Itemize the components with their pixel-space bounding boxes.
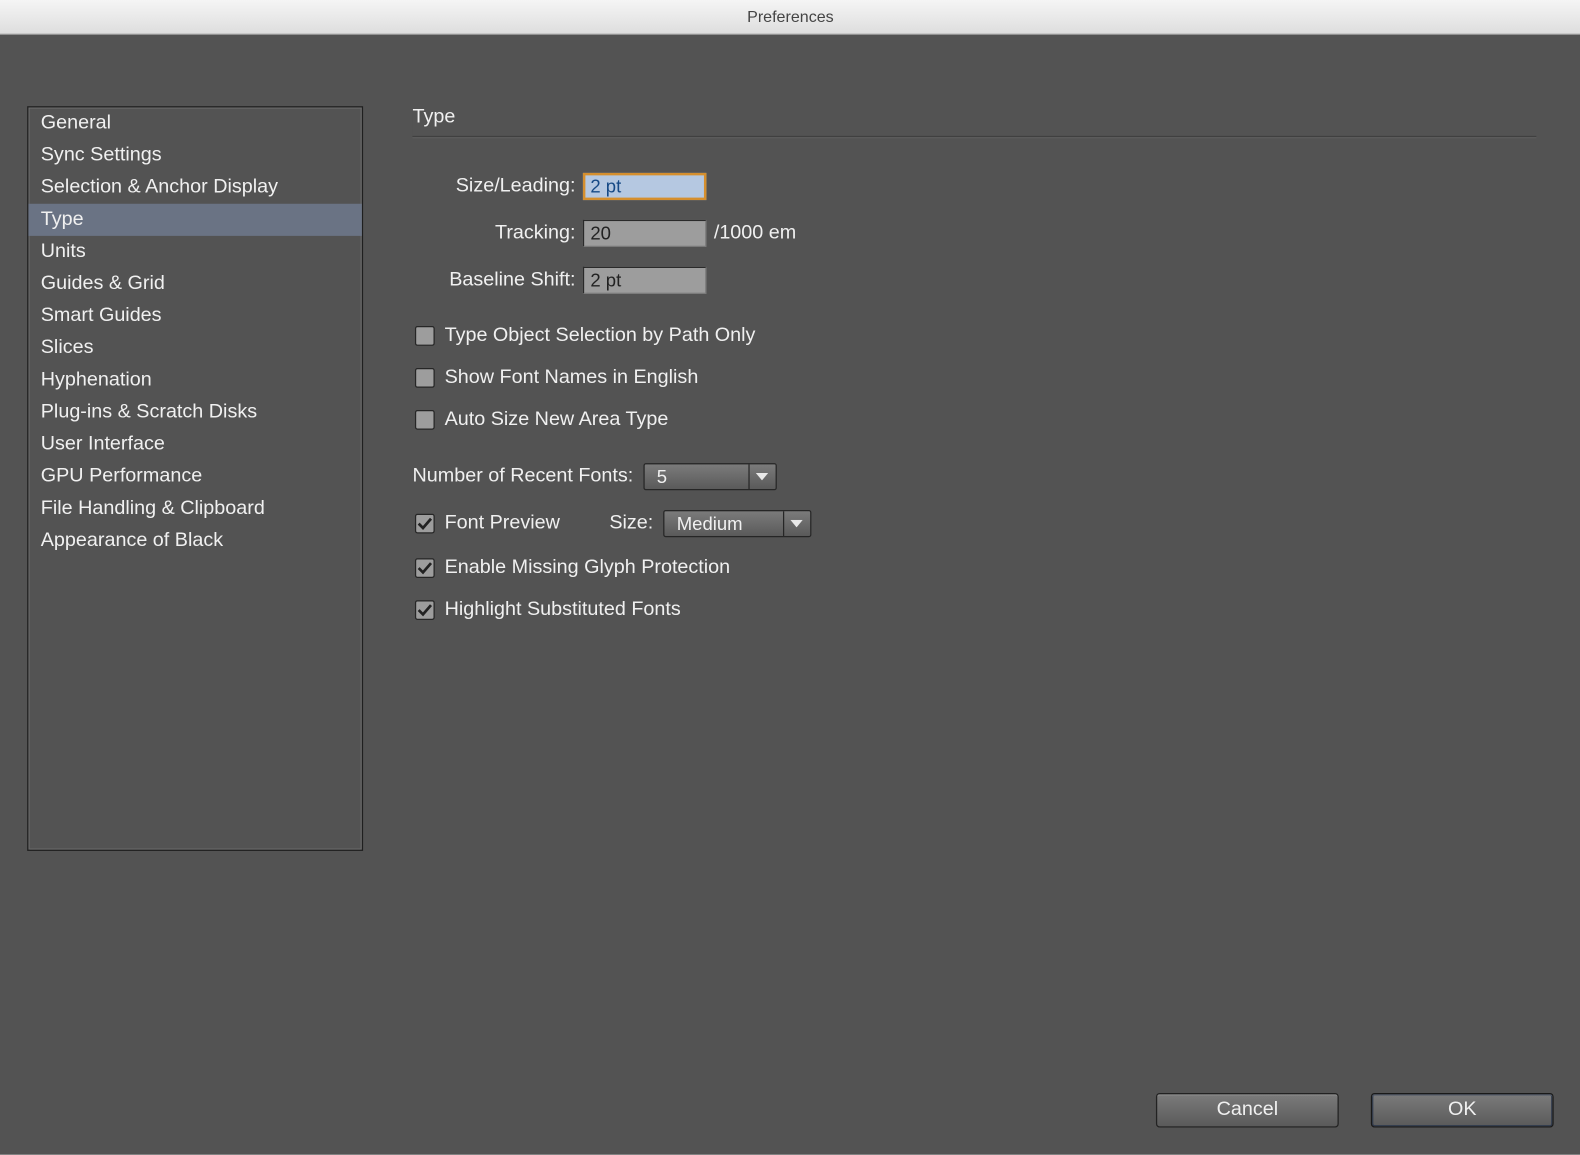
chevron-down-icon (783, 511, 810, 536)
path-only-label: Type Object Selection by Path Only (445, 325, 756, 347)
highlight-subst-label: Highlight Substituted Fonts (445, 599, 681, 621)
sidebar-item-sync-settings[interactable]: Sync Settings (28, 140, 361, 172)
recent-fonts-value: 5 (644, 464, 748, 489)
english-names-checkbox[interactable] (415, 368, 435, 388)
size-leading-label: Size/Leading: (412, 175, 582, 197)
font-preview-size-value: Medium (664, 511, 783, 536)
sidebar-item-type[interactable]: Type (28, 204, 361, 236)
font-preview-size-dropdown[interactable]: Medium (663, 510, 811, 537)
font-preview-label: Font Preview (445, 513, 560, 535)
sidebar-item-user-interface[interactable]: User Interface (28, 429, 361, 461)
sidebar-item-smart-guides[interactable]: Smart Guides (28, 300, 361, 332)
baseline-shift-label: Baseline Shift: (412, 269, 582, 291)
tracking-input[interactable] (583, 220, 707, 247)
font-preview-size-label: Size: (609, 513, 653, 535)
path-only-checkbox[interactable] (415, 326, 435, 346)
sidebar-item-appearance-of-black[interactable]: Appearance of Black (28, 525, 361, 557)
ok-button[interactable]: OK (1371, 1093, 1554, 1128)
window-title: Preferences (747, 7, 834, 26)
sidebar-item-plug-ins-scratch-disks[interactable]: Plug-ins & Scratch Disks (28, 396, 361, 428)
tracking-suffix: /1000 em (714, 222, 796, 244)
chevron-down-icon (748, 464, 775, 489)
category-sidebar: GeneralSync SettingsSelection & Anchor D… (27, 106, 363, 851)
sidebar-item-file-handling-clipboard[interactable]: File Handling & Clipboard (28, 493, 361, 525)
sidebar-item-hyphenation[interactable]: Hyphenation (28, 364, 361, 396)
sidebar-item-slices[interactable]: Slices (28, 332, 361, 364)
glyph-protection-label: Enable Missing Glyph Protection (445, 557, 731, 579)
sidebar-item-gpu-performance[interactable]: GPU Performance (28, 461, 361, 493)
sidebar-item-guides-grid[interactable]: Guides & Grid (28, 268, 361, 300)
size-leading-input[interactable] (583, 173, 707, 200)
autosize-label: Auto Size New Area Type (445, 409, 669, 431)
preferences-panel: GeneralSync SettingsSelection & Anchor D… (0, 35, 1580, 1155)
font-preview-checkbox[interactable] (415, 514, 435, 534)
window-titlebar: Preferences (0, 0, 1580, 35)
glyph-protection-checkbox[interactable] (415, 558, 435, 578)
type-section: Type Size/Leading: Tracking: /1000 em Ba… (412, 106, 1536, 641)
dialog-buttons: Cancel OK (1156, 1093, 1554, 1128)
english-names-label: Show Font Names in English (445, 367, 699, 389)
sidebar-item-units[interactable]: Units (28, 236, 361, 268)
highlight-subst-checkbox[interactable] (415, 600, 435, 620)
sidebar-item-general[interactable]: General (28, 107, 361, 139)
sidebar-item-selection-anchor-display[interactable]: Selection & Anchor Display (28, 172, 361, 204)
recent-fonts-dropdown[interactable]: 5 (643, 463, 776, 490)
autosize-checkbox[interactable] (415, 410, 435, 430)
baseline-shift-input[interactable] (583, 267, 707, 294)
recent-fonts-label: Number of Recent Fonts: (412, 466, 633, 488)
cancel-button[interactable]: Cancel (1156, 1093, 1339, 1128)
tracking-label: Tracking: (412, 222, 582, 244)
section-title: Type (412, 106, 1536, 137)
